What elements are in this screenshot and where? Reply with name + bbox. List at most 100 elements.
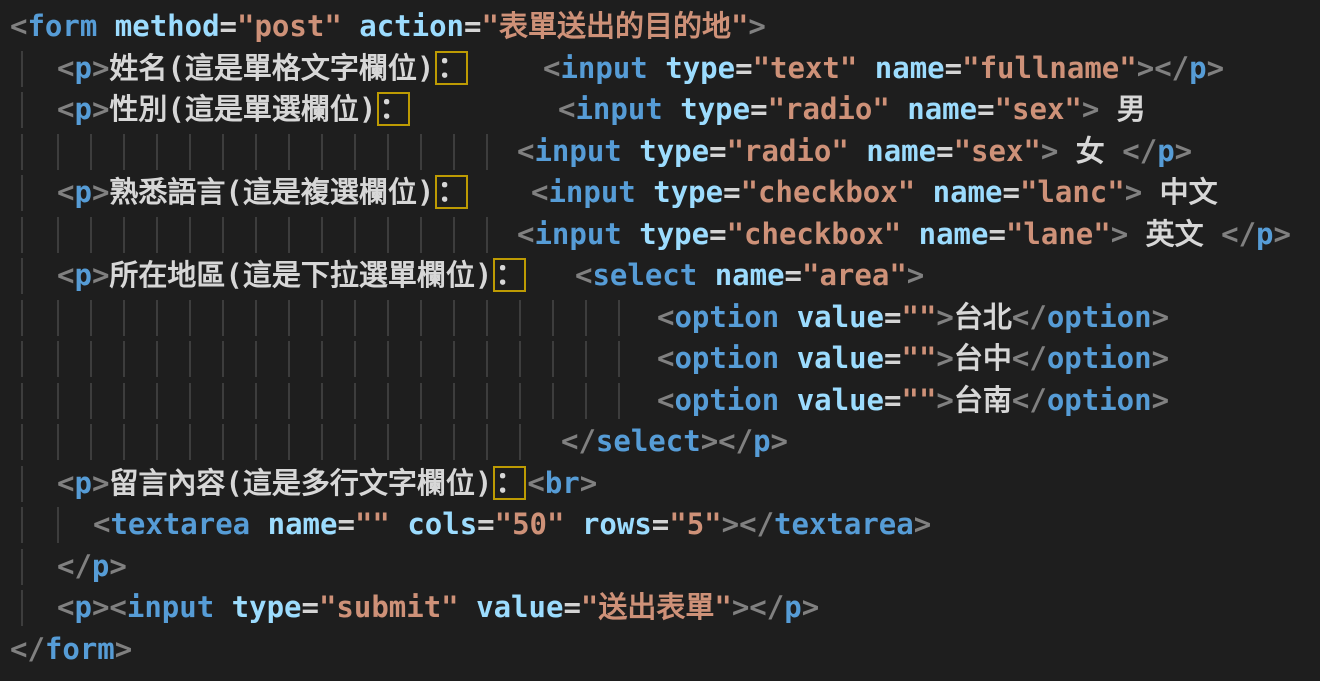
tag-name-token: option xyxy=(674,341,779,375)
tag-name-token: p xyxy=(1157,134,1174,168)
string-token: "lanc" xyxy=(1020,175,1125,209)
indent-guide xyxy=(189,424,191,460)
indent-guide xyxy=(552,383,554,419)
indent-guide xyxy=(288,300,290,336)
indent-guide xyxy=(387,134,389,170)
indent-guide xyxy=(123,217,125,253)
indent-guide xyxy=(255,134,257,170)
indent-guide xyxy=(90,217,92,253)
code-line: <form method="post" action="表單送出的目的地"> xyxy=(0,6,1320,48)
indent-guide xyxy=(387,300,389,336)
indent-guide xyxy=(90,300,92,336)
tag-name-token: option xyxy=(1047,383,1152,417)
code-line: <p>性別(這是單選欄位)：<input type="radio" name="… xyxy=(0,89,1320,131)
text-token xyxy=(636,175,653,209)
code-editor[interactable]: <form method="post" action="表單送出的目的地"><p… xyxy=(0,0,1320,681)
code-segment: <input type="text" name="fullname"></p> xyxy=(543,48,1224,90)
indent-guide xyxy=(21,134,23,170)
text-token xyxy=(779,300,796,334)
punctuation-token: </ xyxy=(1122,134,1157,168)
indent-guide xyxy=(453,383,455,419)
code-line: <p>姓名(這是單格文字欄位)：<input type="text" name=… xyxy=(0,48,1320,90)
indent-guide xyxy=(585,300,587,336)
code-segment: <p>所在地區(這是下拉選單欄位)： xyxy=(57,255,527,297)
string-token: "表單送出的目的地" xyxy=(481,9,748,43)
string-token: "fullname" xyxy=(962,51,1137,85)
punctuation-token: > xyxy=(580,466,597,500)
code-line: <p>熟悉語言(這是複選欄位)：<input type="checkbox" n… xyxy=(0,172,1320,214)
punctuation-token: > xyxy=(722,507,739,541)
indent-guide xyxy=(21,507,23,543)
code-line: <p><input type="submit" value="送出表單"></p… xyxy=(0,587,1320,629)
indent-guide xyxy=(57,383,59,419)
punctuation-token: > xyxy=(92,466,109,500)
attribute-name-token: type xyxy=(232,590,302,624)
punctuation-token: < xyxy=(57,175,74,209)
punctuation-token: > xyxy=(1152,341,1169,375)
indent-guide xyxy=(288,134,290,170)
string-token: "" xyxy=(901,300,936,334)
punctuation-token: > xyxy=(1082,92,1099,126)
code-segment: </select></p> xyxy=(561,421,788,463)
string-token: "" xyxy=(901,341,936,375)
attribute-name-token: rows xyxy=(582,507,652,541)
indent-guide xyxy=(21,300,23,336)
punctuation-token: </ xyxy=(1154,51,1189,85)
punctuation-token: > xyxy=(936,341,953,375)
indent-guide xyxy=(288,217,290,253)
indent-guide xyxy=(156,424,158,460)
attribute-name-token: method xyxy=(115,9,220,43)
tag-name-token: input xyxy=(534,134,621,168)
equals-token: = xyxy=(988,217,1005,251)
indent-guide xyxy=(57,134,59,170)
punctuation-token: > xyxy=(92,175,109,209)
tag-name-token: textarea xyxy=(110,507,250,541)
indent-guide xyxy=(90,134,92,170)
indent-guide xyxy=(21,217,23,253)
indent-guide xyxy=(387,341,389,377)
unicode-highlight-box: ： xyxy=(377,92,410,126)
code-line: </p> xyxy=(0,546,1320,588)
text-token xyxy=(342,9,359,43)
indent-guide xyxy=(618,300,620,336)
punctuation-token: > xyxy=(1041,134,1058,168)
code-segment: <form method="post" action="表單送出的目的地"> xyxy=(10,6,766,48)
punctuation-token: > xyxy=(1125,175,1142,209)
punctuation-token: < xyxy=(517,134,534,168)
indent-guide xyxy=(420,134,422,170)
indent-guide xyxy=(21,51,23,87)
punctuation-token: > xyxy=(936,300,953,334)
punctuation-token: </ xyxy=(10,632,45,666)
attribute-name-token: name xyxy=(907,92,977,126)
indent-guide xyxy=(156,383,158,419)
indent-guide xyxy=(21,466,23,502)
code-line: <input type="checkbox" name="lane"> 英文 <… xyxy=(0,214,1320,256)
indent-guide xyxy=(387,424,389,460)
indent-guide xyxy=(255,217,257,253)
tag-name-token: input xyxy=(560,51,647,85)
indent-guide xyxy=(321,217,323,253)
string-token: "50" xyxy=(495,507,565,541)
indent-guide xyxy=(453,134,455,170)
text-token: 英文 xyxy=(1128,217,1221,251)
code-line: <input type="radio" name="sex"> 女 </p> xyxy=(0,131,1320,173)
code-line: <p>所在地區(這是下拉選單欄位)：<select name="area"> xyxy=(0,255,1320,297)
string-token: "" xyxy=(901,383,936,417)
attribute-name-token: type xyxy=(639,134,709,168)
indent-guide xyxy=(255,383,257,419)
indent-guide xyxy=(57,424,59,460)
text-token: 男 xyxy=(1099,92,1145,126)
text-token xyxy=(857,51,874,85)
indent-guide xyxy=(321,300,323,336)
punctuation-token: > xyxy=(109,549,126,583)
indent-guide xyxy=(21,424,23,460)
indent-guide xyxy=(21,590,23,626)
indent-guide xyxy=(189,383,191,419)
indent-guide xyxy=(354,217,356,253)
indent-guide xyxy=(123,300,125,336)
indent-guide xyxy=(486,300,488,336)
indent-guide xyxy=(420,300,422,336)
punctuation-token: < xyxy=(57,258,74,292)
indent-guide xyxy=(486,217,488,253)
equals-token: = xyxy=(302,590,319,624)
